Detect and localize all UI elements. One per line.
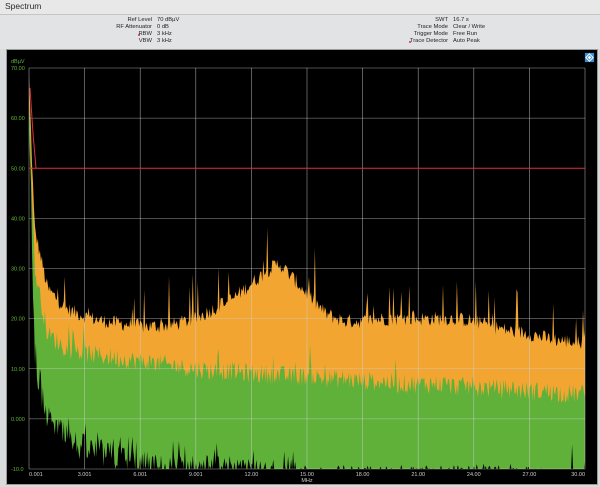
trace-mode-value[interactable]: Clear / Write (453, 24, 485, 31)
trace-detector-label: Trace Detector (409, 38, 448, 44)
spectrum-chart[interactable]: dBµV70.00 60.00 50.00 40.00 30.00 20.00 10.00 0… (7, 50, 597, 484)
vbw-label: VBW (138, 38, 152, 44)
swt-value[interactable]: 16.7 s (453, 17, 469, 24)
x-tick-label: 27.00 (523, 472, 537, 478)
y-tick-label: -10.0 (11, 467, 24, 473)
window-title: Spectrum (5, 1, 42, 11)
spectrum-display[interactable]: dBµV 70.00 60.00 50.00 40.00 30.00 20.00 10.00 0… (6, 49, 598, 485)
ref-level-label: Ref Level (127, 17, 153, 23)
y-tick-label: 40.00 (11, 216, 25, 222)
x-tick-label: 3.001 (78, 472, 92, 478)
y-tick-label: 70.00 (11, 66, 25, 72)
y-tick-label: 10.00 (11, 367, 25, 373)
rf-attenuator-label: RF Attenuator (116, 24, 152, 30)
rbw-label: RBW (138, 31, 152, 37)
window-title-bar: Spectrum (0, 0, 600, 15)
x-tick-label: 24.00 (467, 472, 481, 478)
vbw-value[interactable]: 3 kHz (157, 38, 172, 45)
y-axis-unit: dBµV (11, 59, 25, 65)
y-tick-label: 30.00 (11, 267, 25, 273)
x-tick-label: 12.00 (245, 472, 259, 478)
rs-diamond-icon[interactable] (584, 52, 595, 63)
y-tick-label: 60.00 (11, 116, 25, 122)
y-tick-label: 20.00 (11, 317, 25, 323)
x-tick-label: 9.001 (189, 472, 203, 478)
settings-panel: Ref Level 70 dBµV RF Attenuator 0 dB RBW… (0, 15, 600, 49)
x-axis-unit: MHz (301, 478, 313, 484)
x-tick-label: 0.001 (29, 472, 43, 478)
trace-mode-label: Trace Mode (417, 24, 448, 30)
trigger-mode-label: Trigger Mode (413, 31, 448, 37)
x-tick-label: 18.00 (356, 472, 370, 478)
swt-label: SWT (435, 17, 448, 23)
rbw-value[interactable]: 3 kHz (157, 31, 172, 38)
x-tick-label: 30.00 (571, 472, 585, 478)
ref-level-value[interactable]: 70 dBµV (157, 17, 179, 24)
y-tick-label: 0.000 (11, 417, 25, 423)
y-tick-label: 50.00 (11, 166, 25, 172)
trace-detector-value[interactable]: Auto Peak (453, 38, 480, 45)
x-tick-label: 21.00 (411, 472, 425, 478)
trigger-mode-value[interactable]: Free Run (453, 31, 477, 38)
x-tick-label: 6.001 (133, 472, 147, 478)
rf-attenuator-value[interactable]: 0 dB (157, 24, 169, 31)
